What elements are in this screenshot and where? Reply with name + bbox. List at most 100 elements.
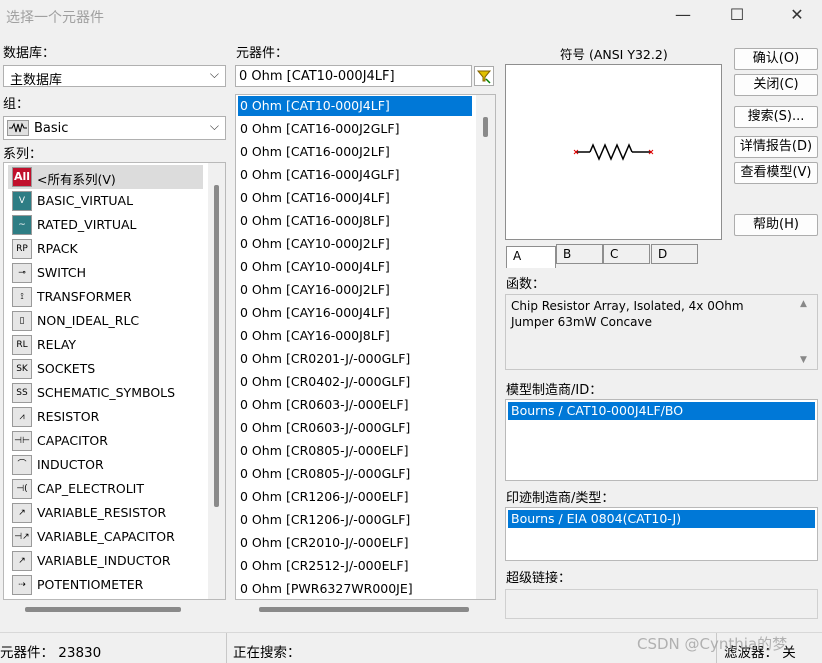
maximize-button[interactable]: ☐ xyxy=(714,0,760,32)
resistor-group-icon xyxy=(7,120,29,136)
component-list-item[interactable]: 0 Ohm [CAT10-000J4LF] xyxy=(238,96,472,116)
component-scrollbar[interactable] xyxy=(476,95,495,599)
family-item[interactable]: SK SOCKETS xyxy=(8,357,203,381)
component-list-item[interactable]: 0 Ohm [CR0402-J/-000GLF] xyxy=(238,372,472,392)
family-list[interactable]: All <所有系列(V) V BASIC_VIRTUAL ~ RATED_VIRTUAL R… xyxy=(3,162,226,600)
family-item-label: SWITCH xyxy=(37,265,87,280)
family-item-label: <所有系列(V) xyxy=(37,172,116,187)
symbol-preview xyxy=(505,64,722,240)
component-list-item[interactable]: 0 Ohm [CR0805-J/-000GLF] xyxy=(238,464,472,484)
help-button[interactable]: 帮助(H) xyxy=(734,214,818,236)
component-list-item[interactable]: 0 Ohm [CAY10-000J4LF] xyxy=(238,257,472,277)
minimize-button[interactable]: — xyxy=(660,0,706,32)
model-manufacturer-row[interactable]: Bourns / CAT10-000J4LF/BO xyxy=(508,402,815,420)
family-item[interactable]: ~ RATED_VIRTUAL xyxy=(8,213,203,237)
component-hscroll-thumb[interactable] xyxy=(259,607,469,612)
component-value: 0 Ohm xyxy=(240,305,282,320)
component-list-item[interactable]: 0 Ohm [CR0805-J/-000ELF] xyxy=(238,441,472,461)
family-item[interactable]: SS SCHEMATIC_SYMBOLS xyxy=(8,381,203,405)
family-hscrollbar[interactable] xyxy=(3,600,226,618)
family-icon: ↗ xyxy=(12,503,32,523)
family-item[interactable]: ↗ VARIABLE_RESISTOR xyxy=(8,501,203,525)
family-item[interactable]: ⩘ RESISTOR xyxy=(8,405,203,429)
family-item-label: SOCKETS xyxy=(37,361,96,376)
component-hscrollbar[interactable] xyxy=(235,600,496,618)
component-list-item[interactable]: 0 Ohm [CR2010-J/-000ELF] xyxy=(238,533,472,553)
family-item[interactable]: ▯ NON_IDEAL_RLC xyxy=(8,309,203,333)
family-item[interactable]: V BASIC_VIRTUAL xyxy=(8,189,203,213)
family-scrollbar[interactable] xyxy=(208,163,225,599)
component-search-input[interactable]: 0 Ohm [CAT10-000J4LF] xyxy=(235,65,472,87)
family-icon: ⇢ xyxy=(12,575,32,595)
family-scroll-thumb[interactable] xyxy=(214,185,219,507)
component-list-item[interactable]: 0 Ohm [CR0603-J/-000GLF] xyxy=(238,418,472,438)
detail-report-button[interactable]: 详情报告(D) xyxy=(734,136,818,158)
hyperlink-label: 超级链接： xyxy=(506,571,572,586)
family-item[interactable]: ⊣⊢ CAPACITOR xyxy=(8,429,203,453)
component-list-item[interactable]: 0 Ohm [CAT16-000J4GLF] xyxy=(238,165,472,185)
component-scroll-thumb[interactable] xyxy=(483,117,488,137)
family-item[interactable]: ⌒ INDUCTOR xyxy=(8,453,203,477)
family-item[interactable]: RL RELAY xyxy=(8,333,203,357)
model-manufacturer-list[interactable]: Bourns / CAT10-000J4LF/BO xyxy=(505,399,818,481)
symbol-tab-c[interactable]: C xyxy=(603,244,650,264)
component-list-item[interactable]: 0 Ohm [CAT16-000J8LF] xyxy=(238,211,472,231)
model-manufacturer-label: 模型制造商/ID： xyxy=(506,383,603,398)
family-hscroll-thumb[interactable] xyxy=(25,607,181,612)
component-part-number: [CR0603-J/-000GLF] xyxy=(286,420,411,435)
component-list-item[interactable]: 0 Ohm [CAT16-000J2LF] xyxy=(238,142,472,162)
family-item[interactable]: ⊣↗ VARIABLE_CAPACITOR xyxy=(8,525,203,549)
symbol-tab-a[interactable]: A xyxy=(506,246,556,268)
component-part-number: [CR0805-J/-000ELF] xyxy=(286,443,409,458)
family-item[interactable]: ⟟ TRANSFORMER xyxy=(8,285,203,309)
family-item-label: SCHEMATIC_SYMBOLS xyxy=(37,385,176,400)
component-part-number: [CR0805-J/-000GLF] xyxy=(286,466,411,481)
component-list[interactable]: 0 Ohm [CAT10-000J4LF] 0 Ohm [CAT16-000J2GLF… xyxy=(235,94,496,600)
component-list-item[interactable]: 0 Ohm [CR1206-J/-000ELF] xyxy=(238,487,472,507)
component-list-item[interactable]: 0 Ohm [CAT16-000J2GLF] xyxy=(238,119,472,139)
component-list-item[interactable]: 0 Ohm [CAY16-000J8LF] xyxy=(238,326,472,346)
function-textbox[interactable]: Chip Resistor Array, Isolated, 4x 0Ohm J… xyxy=(505,294,818,370)
component-list-item[interactable]: 0 Ohm [CAY16-000J2LF] xyxy=(238,280,472,300)
family-icon: All xyxy=(12,167,32,187)
database-label: 数据库： xyxy=(3,46,56,61)
component-list-item[interactable]: 0 Ohm [PWR6327WR000JE] xyxy=(238,579,472,599)
component-part-number: [CR0402-J/-000GLF] xyxy=(286,374,411,389)
component-part-number: [CR1206-J/-000GLF] xyxy=(286,512,411,527)
component-list-item[interactable]: 0 Ohm [CAY16-000J4LF] xyxy=(238,303,472,323)
component-part-number: [CR0603-J/-000ELF] xyxy=(286,397,409,412)
family-icon: ▯ xyxy=(12,311,32,331)
close-button[interactable]: 关闭(C) xyxy=(734,74,818,96)
component-value: 0 Ohm xyxy=(240,328,282,343)
component-list-item[interactable]: 0 Ohm [CR0603-J/-000ELF] xyxy=(238,395,472,415)
component-list-item[interactable]: 0 Ohm [CAT16-000J4LF] xyxy=(238,188,472,208)
component-list-item[interactable]: 0 Ohm [CR0201-J/-000GLF] xyxy=(238,349,472,369)
footprint-manufacturer-row[interactable]: Bourns / EIA 0804(CAT10-J) xyxy=(508,510,815,528)
symbol-tab-b[interactable]: B xyxy=(556,244,603,264)
group-select[interactable]: Basic ⌵ xyxy=(3,116,226,140)
family-item-label: INDUCTOR xyxy=(37,457,104,472)
family-item[interactable]: All <所有系列(V) xyxy=(8,165,203,189)
family-item[interactable]: RP RPACK xyxy=(8,237,203,261)
ok-button[interactable]: 确认(O) xyxy=(734,48,818,70)
component-value: 0 Ohm xyxy=(240,282,282,297)
component-part-number: [CAT16-000J2LF] xyxy=(286,144,390,159)
scroll-up-icon[interactable]: ▲ xyxy=(800,299,807,309)
family-item[interactable]: ↗ VARIABLE_INDUCTOR xyxy=(8,549,203,573)
component-list-item[interactable]: 0 Ohm [CR2512-J/-000ELF] xyxy=(238,556,472,576)
family-item[interactable]: ⊸ SWITCH xyxy=(8,261,203,285)
component-list-item[interactable]: 0 Ohm [CR1206-J/-000GLF] xyxy=(238,510,472,530)
family-item[interactable]: ⇢ POTENTIOMETER xyxy=(8,573,203,597)
search-button[interactable]: 搜索(S)... xyxy=(734,106,818,128)
close-window-button[interactable]: ✕ xyxy=(774,0,820,32)
footprint-manufacturer-list[interactable]: Bourns / EIA 0804(CAT10-J) xyxy=(505,507,818,561)
database-select[interactable]: 主数据库 ⌵ xyxy=(3,65,226,88)
view-model-button[interactable]: 查看模型(V) xyxy=(734,162,818,184)
family-item[interactable]: ⊣(CAP_ELECTROLIT xyxy=(8,477,203,501)
filter-button[interactable] xyxy=(474,66,494,86)
component-list-item[interactable]: 0 Ohm [CAY10-000J2LF] xyxy=(238,234,472,254)
scroll-down-icon[interactable]: ▼ xyxy=(800,355,807,365)
hyperlink-box[interactable] xyxy=(505,589,818,619)
symbol-tab-d[interactable]: D xyxy=(651,244,698,264)
family-icon: RP xyxy=(12,239,32,259)
